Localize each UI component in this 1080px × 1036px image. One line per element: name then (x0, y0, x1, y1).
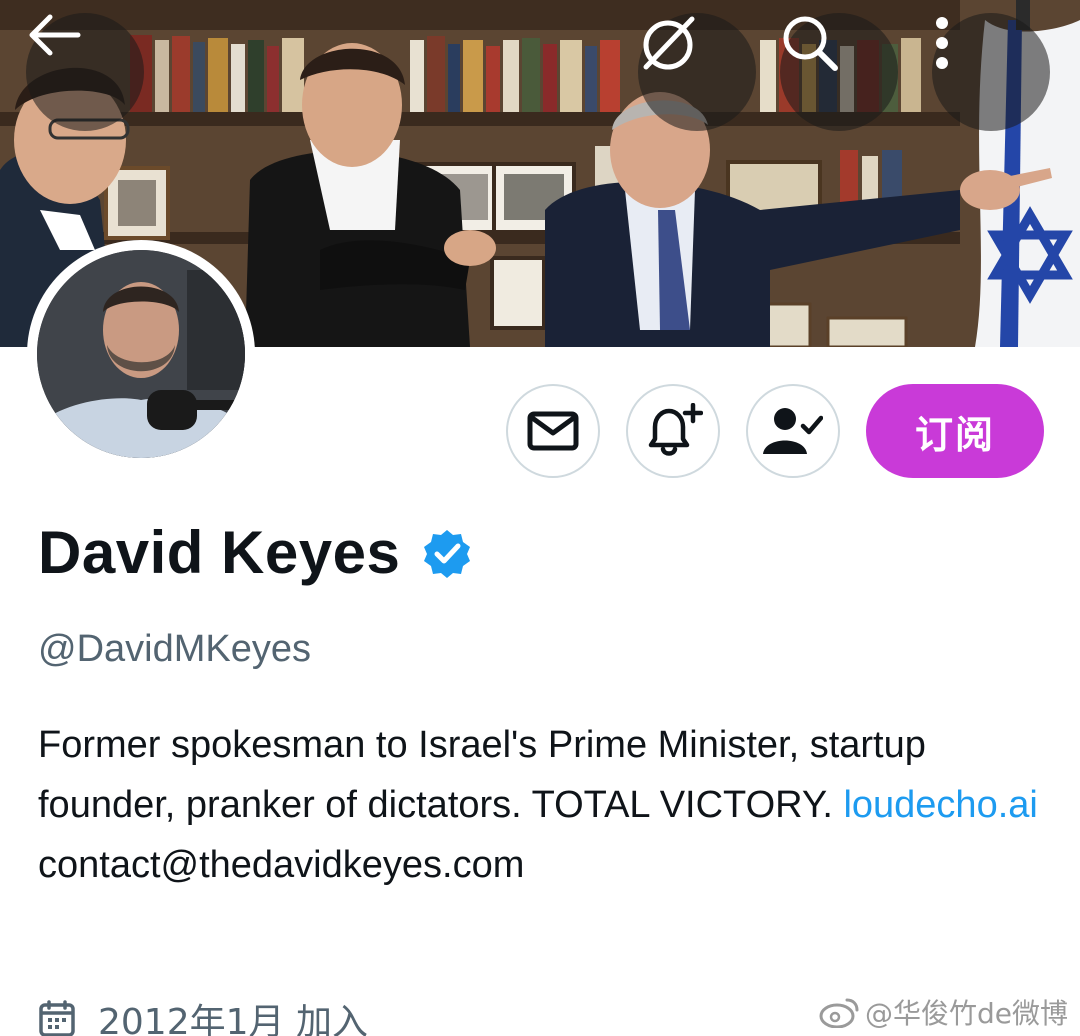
joined-date: 2012年1月 加入 (98, 1002, 368, 1036)
user-handle: @DavidMKeyes (38, 628, 311, 670)
name-row: David Keyes (38, 518, 472, 587)
avatar[interactable] (27, 240, 255, 468)
weibo-logo-icon (819, 998, 859, 1028)
grok-button[interactable] (638, 13, 756, 131)
arrow-left-icon (29, 14, 81, 56)
person-check-icon (763, 408, 823, 454)
avatar-photo (37, 250, 245, 458)
watermark: @华俊竹de微博 (819, 992, 1068, 1032)
bio-text: Former spokesman to Israel's Prime Minis… (38, 724, 926, 826)
bio-contact: contact@thedavidkeyes.com (38, 844, 525, 886)
back-button[interactable] (26, 13, 144, 131)
more-vertical-icon (936, 17, 948, 69)
verified-badge-icon[interactable] (422, 528, 472, 578)
profile-bio: Former spokesman to Israel's Prime Minis… (38, 715, 1038, 895)
bell-plus-icon (648, 403, 703, 456)
more-button[interactable] (932, 13, 1050, 131)
following-button[interactable] (746, 384, 840, 478)
notify-button[interactable] (626, 384, 720, 478)
bio-link[interactable]: loudecho.ai (843, 784, 1037, 826)
search-icon (783, 16, 838, 71)
display-name: David Keyes (38, 519, 401, 586)
search-button[interactable] (780, 13, 898, 131)
calendar-icon (39, 1000, 75, 1036)
joined-date-row: 2012年1月 加入 (38, 993, 368, 1036)
subscribe-button[interactable]: 订阅 (866, 384, 1044, 478)
grok-icon (643, 16, 695, 70)
mail-icon (527, 411, 579, 451)
message-button[interactable] (506, 384, 600, 478)
watermark-text: @华俊竹de微博 (864, 997, 1068, 1030)
